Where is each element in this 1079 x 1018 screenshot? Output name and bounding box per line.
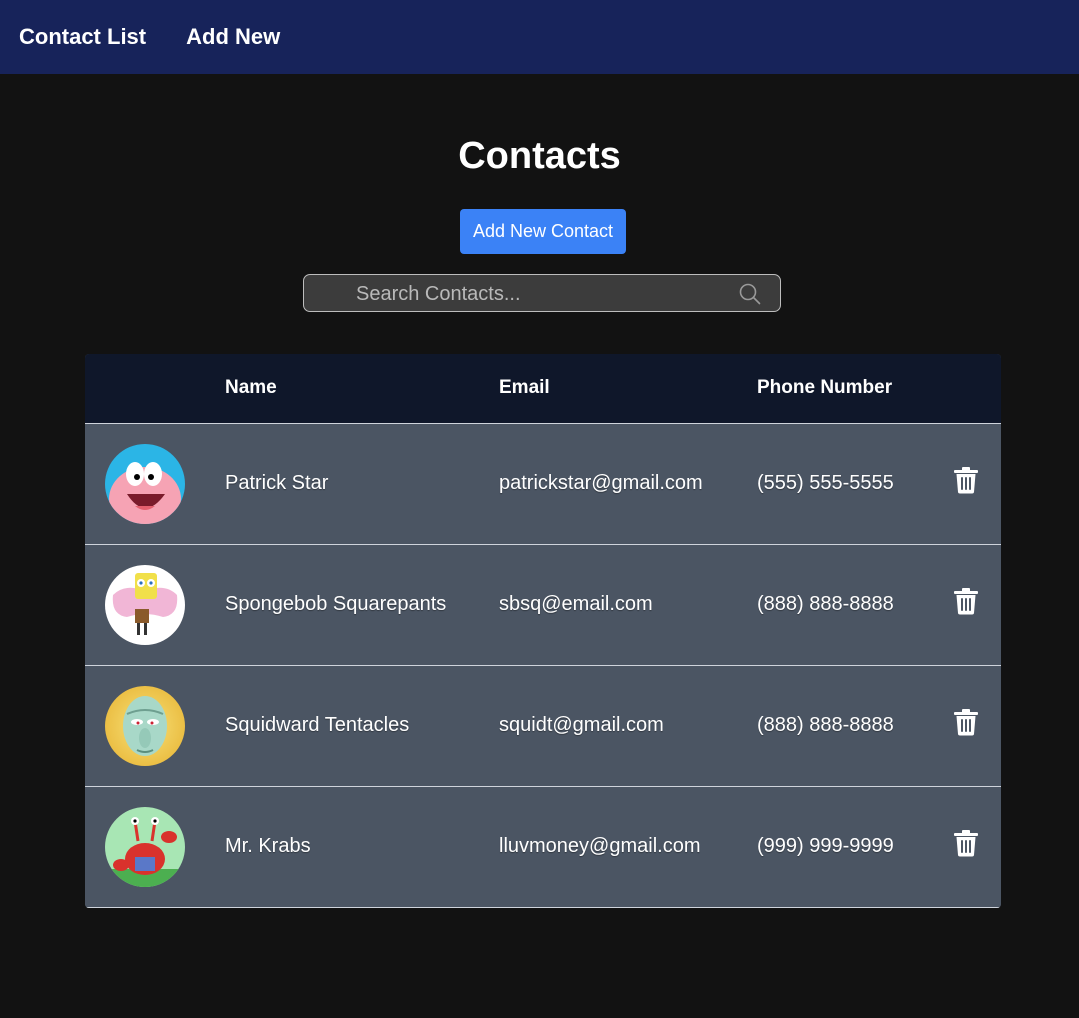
- search-icon[interactable]: [738, 282, 762, 306]
- contact-email: squidt@gmail.com: [499, 714, 664, 736]
- table-row: Patrick Star patrickstar@gmail.com (555)…: [85, 424, 1001, 545]
- contact-name: Spongebob Squarepants: [225, 593, 447, 615]
- nav-contact-list-link[interactable]: Contact List: [19, 24, 146, 50]
- table-header: Name Email Phone Number: [85, 354, 1001, 424]
- column-header-email: Email: [499, 377, 550, 398]
- search-input[interactable]: [354, 275, 728, 313]
- patrick-avatar: [105, 444, 185, 524]
- squidward-avatar: [105, 686, 185, 766]
- contact-phone: (888) 888-8888: [757, 714, 894, 736]
- table-row: Squidward Tentacles squidt@gmail.com (88…: [85, 666, 1001, 787]
- contact-name: Squidward Tentacles: [225, 714, 410, 736]
- contact-name: Mr. Krabs: [225, 835, 311, 857]
- spongebob-avatar: [105, 565, 185, 645]
- trash-icon[interactable]: [953, 829, 979, 857]
- contact-phone: (999) 999-9999: [757, 835, 894, 857]
- contact-email: sbsq@email.com: [499, 593, 653, 615]
- column-header-phone: Phone Number: [757, 377, 893, 398]
- trash-icon[interactable]: [953, 587, 979, 615]
- top-navbar: Contact List Add New: [0, 0, 1079, 74]
- contact-phone: (555) 555-5555: [757, 472, 894, 494]
- krabs-avatar: [105, 807, 185, 887]
- contact-email: patrickstar@gmail.com: [499, 472, 703, 494]
- table-row: Spongebob Squarepants sbsq@email.com (88…: [85, 545, 1001, 666]
- page-title: Contacts: [458, 135, 621, 177]
- column-header-name: Name: [225, 377, 277, 398]
- contacts-table: Name Email Phone Number Patrick Star pat…: [85, 354, 1001, 908]
- nav-add-new-link[interactable]: Add New: [186, 24, 280, 50]
- table-row: Mr. Krabs lluvmoney@gmail.com (999) 999-…: [85, 787, 1001, 908]
- trash-icon[interactable]: [953, 708, 979, 736]
- trash-icon[interactable]: [953, 466, 979, 494]
- add-new-contact-button[interactable]: Add New Contact: [460, 209, 626, 254]
- contact-email: lluvmoney@gmail.com: [499, 835, 701, 857]
- search-box: [303, 274, 781, 313]
- contact-phone: (888) 888-8888: [757, 593, 894, 615]
- contact-name: Patrick Star: [225, 472, 329, 494]
